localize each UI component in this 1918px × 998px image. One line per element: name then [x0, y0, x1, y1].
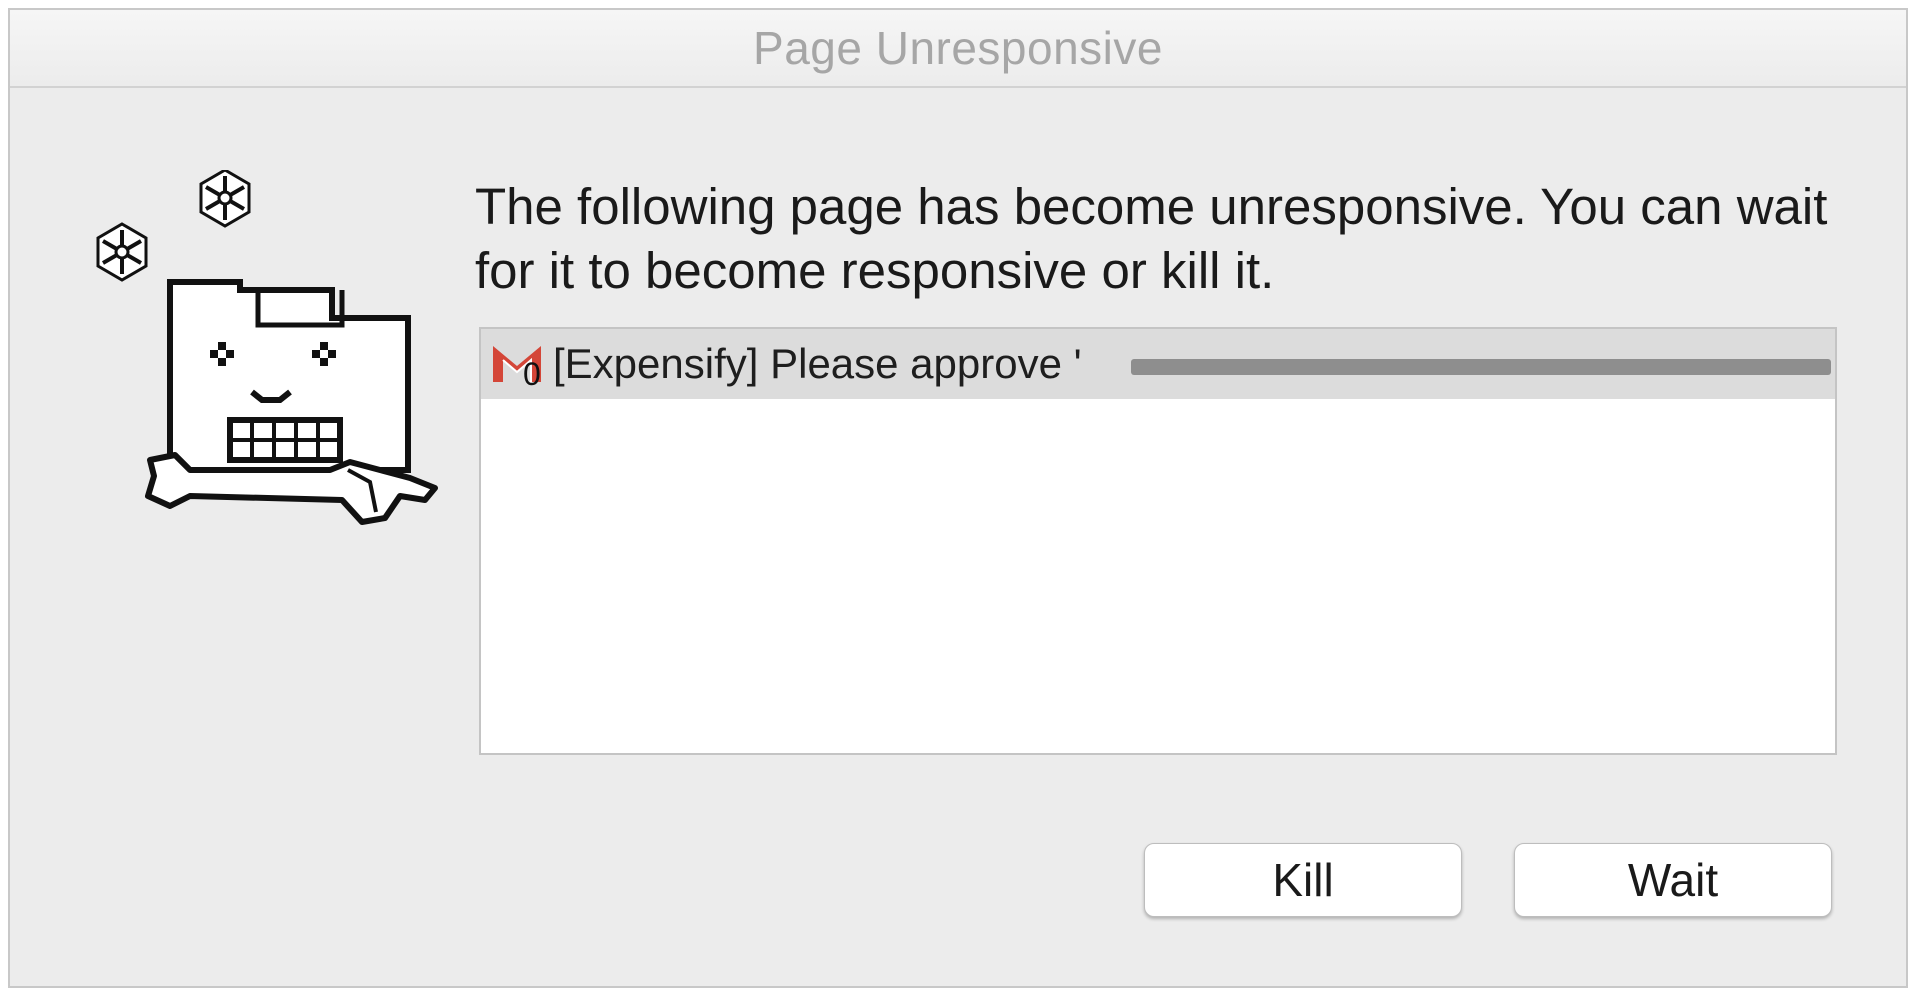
gmail-icon: 0: [489, 336, 545, 392]
list-item[interactable]: 0 [Expensify] Please approve ': [481, 329, 1835, 399]
kill-button[interactable]: Kill: [1144, 843, 1462, 917]
frozen-page-mascot-icon: [96, 170, 438, 525]
dialog-message: The following page has become unresponsi…: [475, 178, 1828, 299]
redaction-bar: [1131, 359, 1831, 375]
title-bar[interactable]: Page Unresponsive: [10, 10, 1906, 88]
snowflake-icon: [199, 170, 251, 228]
page-title: [Expensify] Please approve ': [553, 340, 1082, 387]
window-title: Page Unresponsive: [753, 22, 1163, 74]
wait-button[interactable]: Wait: [1514, 843, 1832, 917]
unread-count-badge: 0: [523, 356, 541, 392]
snowflake-icon: [96, 222, 148, 282]
unresponsive-pages-list[interactable]: 0 [Expensify] Please approve ': [479, 327, 1837, 755]
unresponsive-dialog: Page Unresponsive The following page has…: [8, 8, 1908, 988]
